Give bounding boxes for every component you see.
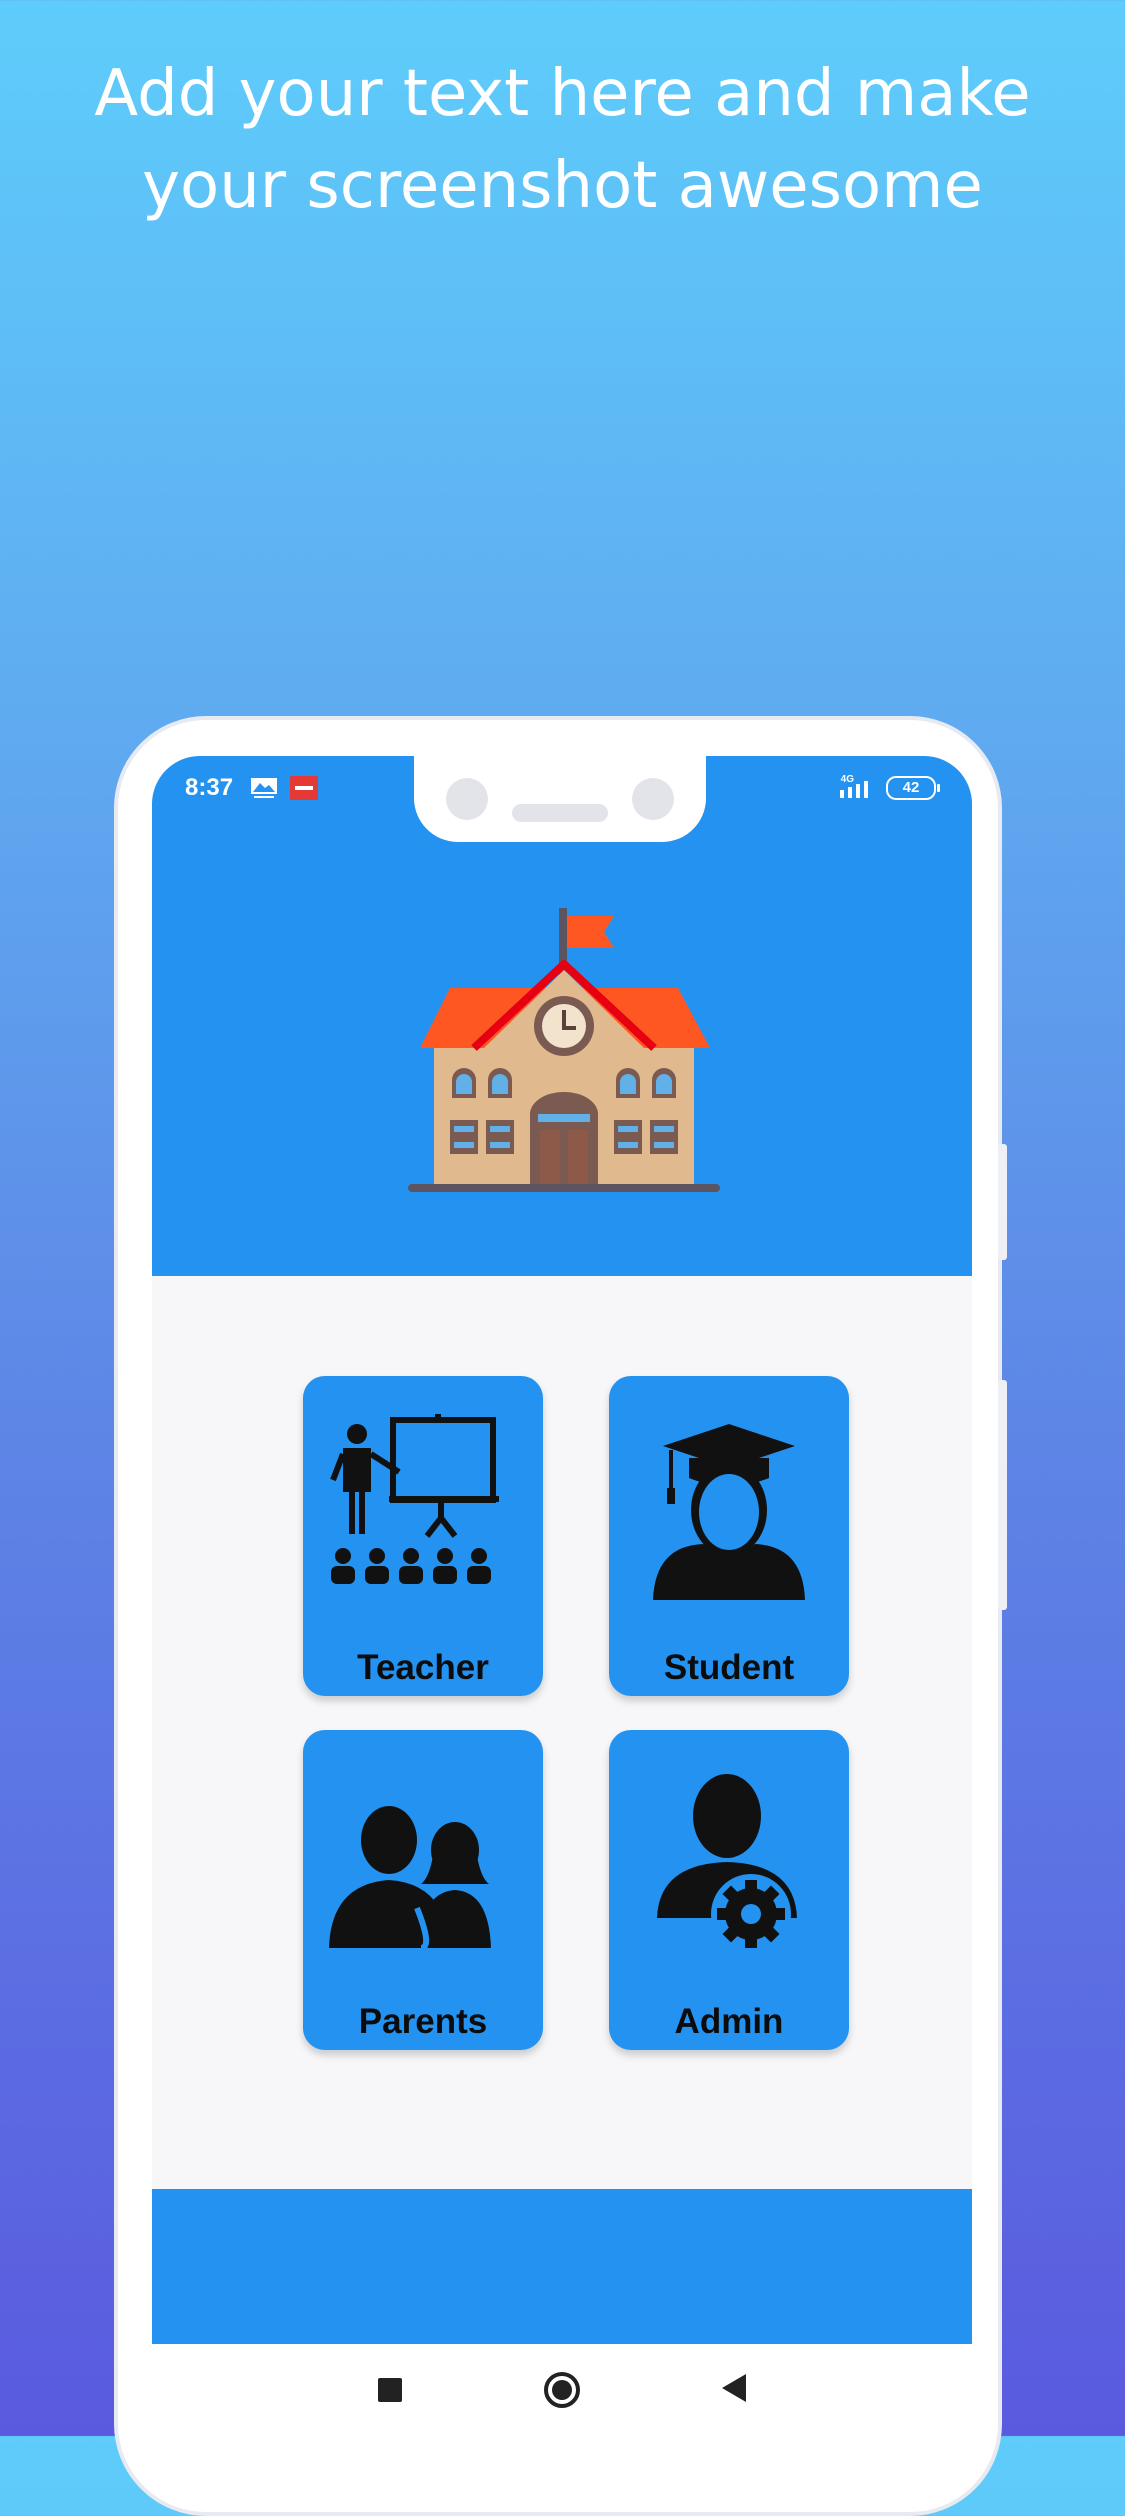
role-card-admin[interactable]: Admin [609,1730,849,2050]
camera-notch [414,756,706,842]
power-button [998,1380,1007,1610]
front-sensor [632,778,674,820]
role-label-parents: Parents [358,2002,488,2041]
circle-icon[interactable] [544,2372,580,2408]
promo-line-1: Add your text here and make [94,57,1031,131]
signal-icon [840,781,868,798]
promo-line-2: your screenshot awesome [142,149,983,223]
front-camera [446,778,488,820]
role-card-teacher[interactable]: Teacher [303,1376,543,1696]
app-screen: 8:37 4G 42 Teacher Student Parents Admin [152,756,972,2344]
role-card-parents[interactable]: Parents [303,1730,543,2050]
role-label-teacher: Teacher [357,1648,489,1687]
earpiece [512,804,608,822]
school-building-icon [408,908,720,1192]
volume-button [998,1144,1007,1260]
teacher-icon [330,1414,499,1584]
system-nav-bar [152,2344,972,2440]
battery-level: 42 [902,779,920,796]
app-footer [152,2189,972,2344]
app-notification-icon [290,776,318,800]
role-label-student: Student [663,1648,795,1687]
gallery-notification-icon [251,778,277,798]
status-time: 8:37 [185,774,234,801]
app-header: 8:37 4G 42 [152,756,972,1276]
battery-indicator: 42 [886,776,940,800]
battery-tip [937,784,940,792]
phone-frame: 8:37 4G 42 Teacher Student Parents Admin [114,716,1007,2516]
square-icon[interactable] [378,2378,402,2402]
promo-headline: Add your text here and make your screens… [0,48,1125,232]
admin-gear-icon [657,1774,797,1954]
parents-icon [329,1806,491,1951]
triangle-back-icon[interactable] [722,2374,746,2402]
role-card-student[interactable]: Student [609,1376,849,1696]
role-label-admin: Admin [674,2002,784,2041]
graduate-icon [653,1424,805,1600]
